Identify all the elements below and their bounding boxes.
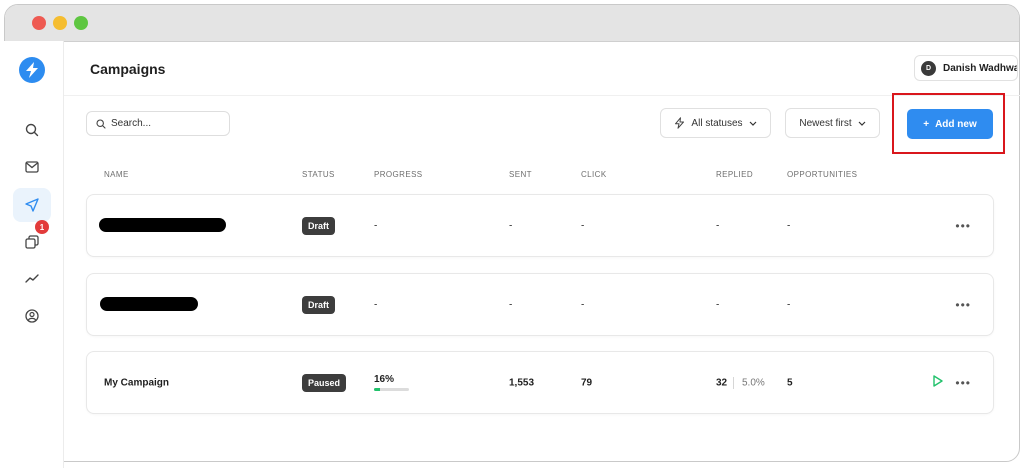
click-value: - xyxy=(581,220,585,231)
search-box[interactable] xyxy=(86,111,230,136)
highlight-annotation xyxy=(892,93,1005,154)
column-header-replied: REPLIED xyxy=(716,170,754,179)
column-header-opportunities: OPPORTUNITIES xyxy=(787,170,858,179)
maximize-window-button[interactable] xyxy=(74,16,88,30)
column-header-status: STATUS xyxy=(302,170,335,179)
status-badge: Draft xyxy=(302,216,336,235)
sidebar-item-profile[interactable] xyxy=(13,299,51,333)
user-circle-icon xyxy=(25,309,39,323)
replied-rate: 5.0% xyxy=(742,377,765,388)
window-titlebar xyxy=(5,5,1019,42)
user-menu[interactable]: D Danish Wadhwa xyxy=(914,55,1018,81)
more-options-icon[interactable]: ••• xyxy=(955,299,971,311)
progress-indicator: 16% xyxy=(374,374,409,391)
sent-value: 1,553 xyxy=(509,377,535,388)
page-title: Campaigns xyxy=(90,61,166,77)
status-filter-label: All statuses xyxy=(691,117,743,129)
divider xyxy=(733,376,734,389)
chevron-down-icon xyxy=(858,121,866,126)
opportunities-value: - xyxy=(787,299,791,310)
search-input[interactable] xyxy=(111,118,221,129)
notification-badge: 1 xyxy=(35,220,49,234)
progress-bar xyxy=(374,388,409,391)
sort-label: Newest first xyxy=(799,117,852,129)
opportunities-value: - xyxy=(787,220,791,231)
replied-value: 32 xyxy=(716,377,728,388)
click-value: 79 xyxy=(581,377,593,388)
more-options-icon[interactable]: ••• xyxy=(955,220,971,232)
page-header: Campaigns D Danish Wadhwa xyxy=(64,41,1020,96)
sidebar-item-campaigns[interactable] xyxy=(13,188,51,222)
status-filter-dropdown[interactable]: All statuses xyxy=(660,108,771,138)
redacted-name xyxy=(99,218,226,232)
user-name: Danish Wadhwa xyxy=(943,62,1018,74)
status-badge: Paused xyxy=(302,373,347,392)
status-badge: Draft xyxy=(302,295,336,314)
table-row[interactable]: Draft - - - - - ••• xyxy=(86,273,994,336)
column-header-click: CLICK xyxy=(581,170,607,179)
sort-dropdown[interactable]: Newest first xyxy=(785,108,880,138)
replied-value: - xyxy=(716,220,720,231)
more-options-icon[interactable]: ••• xyxy=(955,377,971,389)
sidebar-item-inbox[interactable] xyxy=(13,150,51,184)
sent-value: - xyxy=(509,220,513,231)
sent-value: - xyxy=(509,299,513,310)
column-header-progress: PROGRESS xyxy=(374,170,423,179)
table-row[interactable]: Draft - - - - - ••• xyxy=(86,194,994,257)
click-value: - xyxy=(581,299,585,310)
opportunities-value: 5 xyxy=(787,377,793,388)
campaign-name[interactable]: My Campaign xyxy=(104,377,169,388)
progress-value: - xyxy=(374,299,378,310)
lightning-icon xyxy=(675,117,685,129)
table-row[interactable]: My Campaign Paused 16% 1,553 79 32 5.0% … xyxy=(86,351,994,414)
column-header-sent: SENT xyxy=(509,170,532,179)
progress-value: - xyxy=(374,220,378,231)
mail-icon xyxy=(25,161,39,173)
search-icon xyxy=(25,123,39,137)
analytics-icon xyxy=(25,274,39,283)
search-icon xyxy=(96,118,106,129)
sidebar-item-templates[interactable]: 1 xyxy=(13,220,51,259)
column-header-name: NAME xyxy=(104,170,129,179)
send-icon xyxy=(25,198,39,212)
logo-icon[interactable] xyxy=(19,57,45,83)
redacted-name xyxy=(100,297,198,311)
play-icon[interactable] xyxy=(933,374,943,392)
sidebar: 1 xyxy=(4,41,64,468)
sidebar-item-analytics[interactable] xyxy=(13,262,51,296)
progress-bar-fill xyxy=(374,388,380,391)
replied-value: - xyxy=(716,299,720,310)
chevron-down-icon xyxy=(749,121,756,126)
avatar: D xyxy=(921,60,936,76)
copy-icon xyxy=(25,235,39,249)
sidebar-item-search[interactable] xyxy=(13,113,51,147)
minimize-window-button[interactable] xyxy=(53,16,67,30)
progress-value: 16% xyxy=(374,374,395,385)
close-window-button[interactable] xyxy=(32,16,46,30)
